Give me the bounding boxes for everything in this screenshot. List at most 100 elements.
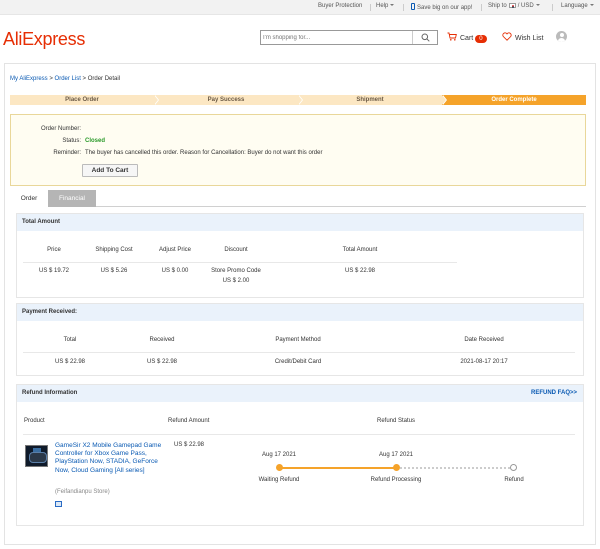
phone-icon bbox=[411, 3, 415, 10]
step-pay-success: Pay Success bbox=[154, 95, 303, 105]
panel-title: Total Amount bbox=[17, 214, 583, 231]
wishlist-link[interactable]: Wish List bbox=[502, 32, 543, 42]
divider bbox=[481, 4, 482, 11]
cell-adjust-price: US $ 0.00 bbox=[161, 268, 189, 274]
order-progress-bar: Place Order Pay Success Shipment Order C… bbox=[10, 95, 586, 105]
timeline-track-complete bbox=[279, 467, 396, 469]
column-header-shipping-cost: Shipping Cost bbox=[95, 247, 133, 253]
column-header-total: Total bbox=[63, 337, 77, 343]
buyer-protection-link[interactable]: Buyer Protection bbox=[318, 3, 362, 9]
column-header-date-received: Date Received bbox=[464, 337, 504, 343]
column-header-total-amount: Total Amount bbox=[342, 247, 378, 253]
timeline-date-processing: Aug 17 2021 bbox=[378, 452, 414, 458]
divider bbox=[403, 4, 404, 11]
breadcrumb-my-aliexpress[interactable]: My AliExpress bbox=[10, 76, 48, 82]
cell-shipping-cost: US $ 5.26 bbox=[100, 268, 128, 274]
help-label: Help bbox=[376, 3, 389, 9]
tab-order[interactable]: Order bbox=[10, 190, 48, 207]
reminder-label: Reminder: bbox=[53, 150, 81, 156]
top-bar: Buyer Protection Help Save big on our ap… bbox=[0, 0, 600, 15]
avatar[interactable] bbox=[556, 31, 567, 42]
snapshot-icon[interactable] bbox=[55, 501, 62, 507]
chevron-down-icon bbox=[390, 4, 395, 7]
add-to-cart-button[interactable]: Add To Cart bbox=[82, 164, 138, 177]
breadcrumb-separator: > bbox=[80, 76, 88, 82]
search-input[interactable] bbox=[263, 32, 413, 43]
column-header-refund-amount: Refund Amount bbox=[168, 418, 210, 424]
cart-icon bbox=[447, 32, 457, 41]
product-thumbnail[interactable] bbox=[25, 445, 48, 467]
column-header-discount: Discount bbox=[224, 247, 248, 253]
status-badge: Closed bbox=[85, 138, 106, 144]
product-title-link[interactable]: GameSir X2 Mobile Gamepad Game Controlle… bbox=[55, 442, 163, 475]
tab-financial[interactable]: Financial bbox=[48, 190, 96, 207]
breadcrumb-order-list[interactable]: Order List bbox=[55, 76, 81, 82]
cart-link[interactable]: Cart 0 bbox=[447, 32, 487, 43]
divider bbox=[552, 4, 553, 11]
column-header-adjust-price: Adjust Price bbox=[158, 247, 191, 253]
order-summary-box: Order Number: Status: Closed Reminder: T… bbox=[10, 114, 586, 186]
help-menu[interactable]: Help bbox=[376, 3, 395, 9]
aliexpress-logo[interactable]: AliExpress bbox=[3, 29, 85, 50]
column-header-price: Price bbox=[47, 247, 61, 253]
panel-title: Payment Received: bbox=[17, 304, 583, 321]
wishlist-label: Wish List bbox=[515, 35, 544, 42]
reminder-text: The buyer has cancelled this order. Reas… bbox=[85, 150, 323, 156]
divider bbox=[23, 262, 457, 263]
timeline-dot-waiting-refund bbox=[276, 464, 283, 471]
korea-flag-icon bbox=[508, 3, 516, 8]
status-label: Status: bbox=[62, 138, 81, 144]
cart-label: Cart bbox=[460, 35, 474, 42]
cell-payment-method: Credit/Debit Card bbox=[274, 359, 322, 365]
column-header-payment-method: Payment Method bbox=[275, 337, 321, 343]
timeline-dot-refund-processing bbox=[393, 464, 400, 471]
step-shipment: Shipment bbox=[298, 95, 447, 105]
step-place-order: Place Order bbox=[10, 95, 159, 105]
search-box bbox=[260, 30, 438, 45]
column-header-received: Received bbox=[149, 337, 175, 343]
currency-label: USD bbox=[521, 3, 534, 9]
app-link[interactable]: Save big on our app! bbox=[411, 3, 472, 11]
cell-received: US $ 22.98 bbox=[146, 359, 178, 365]
cell-total: US $ 22.98 bbox=[54, 359, 86, 365]
step-order-complete: Order Complete bbox=[442, 95, 586, 105]
detail-tabs: Order Financial bbox=[10, 190, 586, 207]
cell-price: US $ 19.72 bbox=[38, 268, 70, 274]
timeline-label-refund: Refund bbox=[504, 477, 524, 483]
refund-faq-link[interactable]: REFUND FAQ>> bbox=[531, 385, 577, 402]
cell-date-received: 2021-08-17 20:17 bbox=[460, 359, 508, 365]
site-header: AliExpress Cart0 Wish List bbox=[0, 15, 600, 63]
breadcrumb: My AliExpress > Order List > Order Detai… bbox=[10, 76, 120, 82]
app-label: Save big on our app! bbox=[417, 5, 473, 11]
breadcrumb-current: Order Detail bbox=[87, 76, 121, 82]
timeline-date-waiting: Aug 17 2021 bbox=[261, 452, 297, 458]
divider bbox=[23, 352, 575, 353]
payment-received-panel: Payment Received: Total Received Payment… bbox=[16, 303, 584, 376]
breadcrumb-separator: > bbox=[47, 76, 55, 82]
search-button[interactable] bbox=[412, 31, 437, 44]
cart-count-badge: 0 bbox=[475, 35, 487, 43]
timeline-label-refund-processing: Refund Processing bbox=[370, 477, 422, 483]
order-number-label: Order Number: bbox=[40, 126, 81, 132]
total-amount-panel: Total Amount Price Shipping Cost Adjust … bbox=[16, 213, 584, 298]
column-header-product: Product bbox=[24, 418, 45, 424]
divider bbox=[23, 434, 575, 435]
column-header-refund-status: Refund Status bbox=[377, 418, 416, 424]
ship-to-menu[interactable]: Ship to / USD bbox=[488, 3, 540, 9]
refund-information-panel: Refund Information REFUND FAQ>> Product … bbox=[16, 384, 584, 526]
chevron-down-icon bbox=[535, 4, 540, 7]
panel-title: Refund Information bbox=[17, 385, 583, 402]
timeline-track-pending bbox=[396, 467, 513, 469]
language-menu[interactable]: Language bbox=[561, 3, 594, 9]
store-name: (Feifandianpu Store) bbox=[55, 489, 110, 495]
search-icon bbox=[421, 33, 430, 42]
heart-icon bbox=[502, 32, 512, 41]
language-label: Language bbox=[561, 3, 588, 9]
timeline-label-waiting-refund: Waiting Refund bbox=[258, 477, 300, 483]
cell-discount-value: US $ 2.00 bbox=[222, 278, 250, 284]
timeline-dot-refund bbox=[510, 464, 517, 471]
cell-discount-type: Store Promo Code bbox=[211, 268, 261, 274]
refund-amount: US $ 22.98 bbox=[174, 442, 205, 448]
cell-total-amount: US $ 22.98 bbox=[344, 268, 376, 274]
divider bbox=[370, 4, 371, 11]
